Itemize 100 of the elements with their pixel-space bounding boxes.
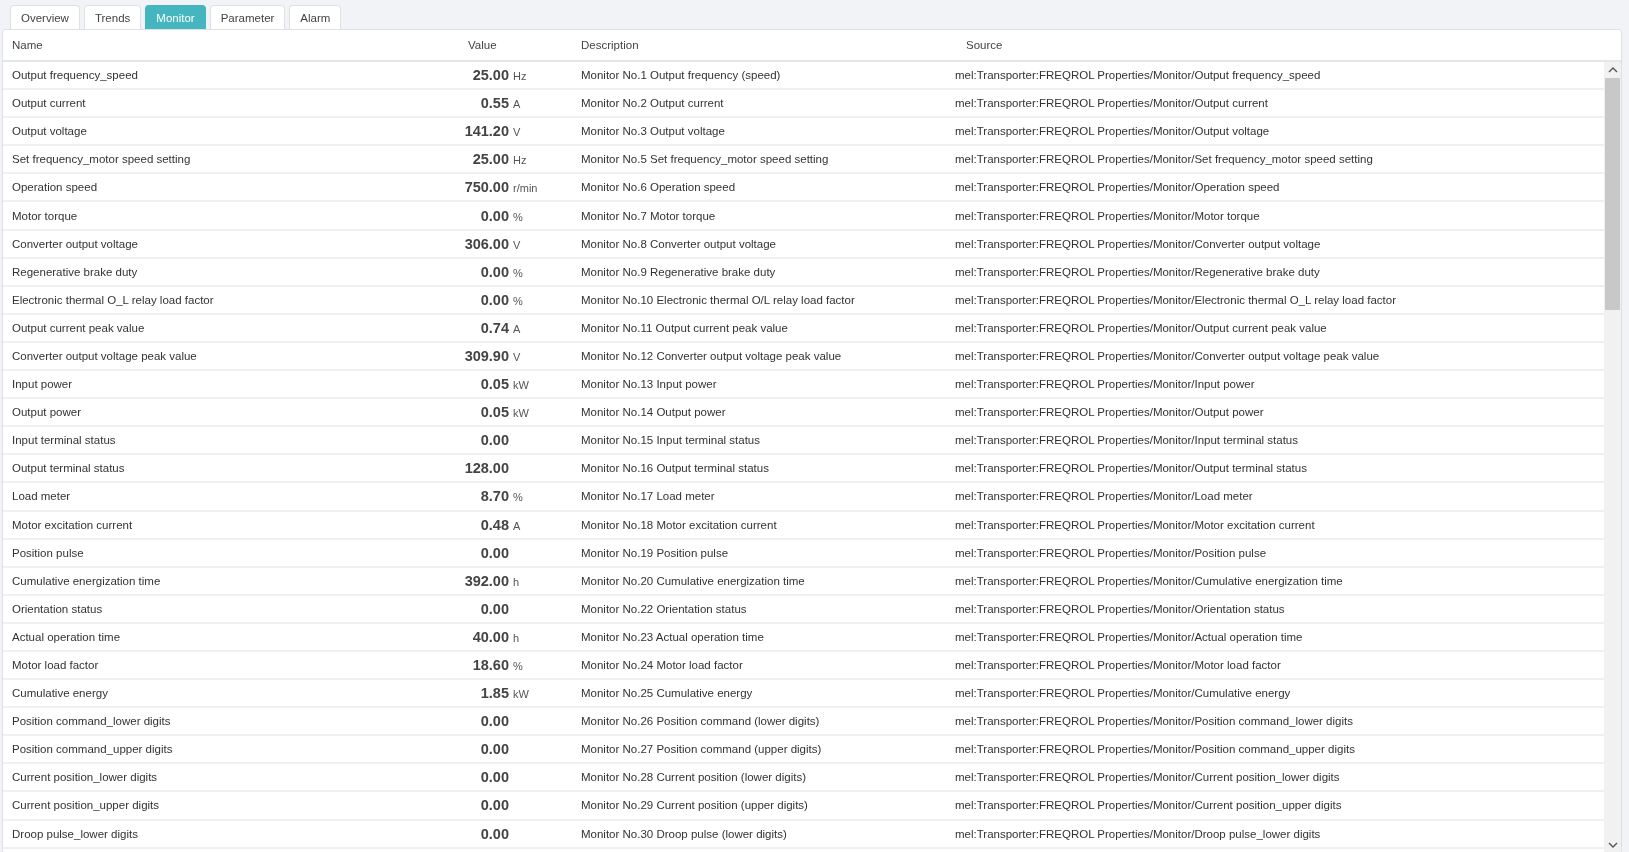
table-cell-text: Monitor No.14 Output power: [580, 406, 726, 419]
value-number: 0.00: [479, 291, 509, 308]
value-unit: A: [513, 519, 521, 532]
table-cell-text: Monitor No.3 Output voltage: [580, 125, 725, 138]
table-cell-text: Orientation status: [11, 602, 103, 615]
table-cell-text: mel:Transporter:FREQROL Properties/Monitor/Electronic thermal O_L relay load factor: [954, 293, 1396, 306]
value-number: 0.00: [479, 207, 509, 224]
table-cell-text: Cumulative energy: [11, 687, 108, 700]
value-unit: V: [513, 238, 521, 251]
value-unit: h: [513, 575, 520, 588]
table-cell-text: Motor excitation current: [11, 518, 133, 531]
value-unit: kW: [513, 688, 529, 701]
table-cell-text: Operation speed: [11, 181, 98, 194]
value-unit: h: [513, 631, 520, 644]
table-cell-text: Monitor No.2 Output current: [580, 97, 724, 110]
table-cell-text: Monitor No.16 Output terminal status: [580, 462, 769, 475]
value-number: 128.00: [463, 460, 509, 477]
table-cell-text: Monitor No.29 Current position (upper digits): [580, 799, 808, 812]
tab[interactable]: Trends: [83, 5, 142, 29]
table-cell-text: Output current peak value: [11, 321, 145, 334]
table-cell-text: Monitor No.19 Position pulse: [580, 546, 729, 559]
table-cell-text: Monitor No.9 Regenerative brake duty: [580, 265, 776, 278]
value-unit: %: [513, 210, 523, 223]
value-unit: A: [513, 98, 521, 111]
table-cell-text: Position command_upper digits: [11, 743, 173, 756]
value-number: 1.85: [479, 685, 509, 702]
table-cell-text: Monitor No.23 Actual operation time: [580, 630, 764, 643]
table-cell-text: Monitor No.27 Position command (upper digits): [580, 743, 822, 756]
table-cell-text: Output voltage: [11, 125, 87, 138]
tab[interactable]: Overview: [10, 5, 80, 29]
value-number: 40.00: [471, 628, 509, 645]
table-cell-text: mel:Transporter:FREQROL Properties/Monitor/Output current peak value: [954, 321, 1327, 334]
value-number: 0.00: [479, 544, 509, 561]
table-cell-text: Monitor No.18 Motor excitation current: [580, 518, 777, 531]
table-cell-text: Motor load factor: [11, 659, 99, 671]
table-cell-text: Monitor No.25 Cumulative energy: [580, 687, 753, 700]
table-cell-text: mel:Transporter:FREQROL Properties/Monitor/Operation speed: [954, 181, 1280, 194]
table-cell-text: mel:Transporter:FREQROL Properties/Monitor/Output current: [954, 97, 1268, 110]
table-cell-text: Regenerative brake duty: [11, 265, 138, 278]
tab[interactable]: Alarm: [289, 5, 342, 29]
table-cell-text: Current position_upper digits: [11, 799, 160, 812]
table-cell-text: Monitor No.15 Input terminal status: [580, 434, 760, 447]
table-cell-text: mel:Transporter:FREQROL Properties/Monitor/Output frequency_speed: [954, 69, 1321, 82]
table-cell-text: Monitor No.13 Input power: [580, 378, 717, 391]
value-unit: V: [513, 126, 521, 139]
table-cell-text: Monitor No.5 Set frequency_motor speed setting: [580, 153, 829, 166]
table-cell-text: mel:Transporter:FREQROL Properties/Monitor/Droop pulse_lower digits: [954, 827, 1321, 840]
table-cell-text: mel:Transporter:FREQROL Properties/Monitor/Motor torque: [954, 209, 1260, 222]
table-cell-text: Monitor No.8 Converter output voltage: [580, 237, 776, 250]
table-cell-text: Input terminal status: [11, 434, 116, 447]
table-cell-text: Output power: [11, 406, 82, 419]
value-number: 0.00: [479, 741, 509, 758]
value-unit: Hz: [513, 70, 527, 83]
value-number: 0.55: [479, 95, 509, 112]
tab[interactable]: Parameter: [209, 5, 286, 29]
table-cell-text: Monitor No.26 Position command (lower digits): [580, 715, 820, 728]
value-unit: kW: [513, 379, 529, 392]
table-cell-text: mel:Transporter:FREQROL Properties/Monitor/Converter output voltage: [954, 237, 1321, 250]
scrollbar-thumb[interactable]: [1605, 78, 1620, 310]
table-cell-text: Output current: [11, 97, 86, 110]
table-cell-text: Monitor No.24 Motor load factor: [580, 659, 743, 671]
column-header[interactable]: Value: [449, 39, 497, 51]
table-cell-text: mel:Transporter:FREQROL Properties/Monitor/Current position_upper digits: [954, 799, 1342, 812]
table-cell-text: mel:Transporter:FREQROL Properties/Monitor/Actual operation time: [954, 630, 1303, 643]
table-cell-text: Load meter: [11, 490, 71, 503]
value-number: 0.05: [479, 404, 509, 421]
value-number: 0.00: [479, 769, 509, 786]
scrollbar[interactable]: [1604, 62, 1621, 852]
table-cell-text: mel:Transporter:FREQROL Properties/Monitor/Input terminal status: [954, 434, 1298, 447]
value-number: 8.70: [479, 488, 509, 505]
value-number: 0.00: [479, 797, 509, 814]
value-number: 0.05: [479, 376, 509, 393]
table-cell-text: Monitor No.17 Load meter: [580, 490, 715, 503]
value-unit: %: [513, 660, 523, 672]
value-number: 309.90: [463, 348, 509, 364]
table-cell-text: Actual operation time: [11, 630, 121, 643]
value-unit: %: [513, 294, 523, 307]
table-cell-text: mel:Transporter:FREQROL Properties/Monitor/Position command_upper digits: [954, 743, 1355, 756]
table-cell-text: mel:Transporter:FREQROL Properties/Monitor/Current position_lower digits: [954, 771, 1340, 784]
table-cell-text: mel:Transporter:FREQROL Properties/Monitor/Cumulative energization time: [954, 574, 1343, 587]
column-header[interactable]: Name: [3, 39, 43, 51]
column-header[interactable]: Source: [944, 39, 1003, 51]
table-cell-text: Monitor No.30 Droop pulse (lower digits): [580, 827, 787, 840]
table-cell-text: mel:Transporter:FREQROL Properties/Monitor/Set frequency_motor speed setting: [954, 153, 1373, 166]
table-cell-text: mel:Transporter:FREQROL Properties/Monitor/Output voltage: [954, 125, 1270, 138]
value-unit: kW: [513, 407, 529, 420]
table-cell-text: mel:Transporter:FREQROL Properties/Monitor/Output power: [954, 406, 1264, 419]
table-cell-text: mel:Transporter:FREQROL Properties/Monitor/Position pulse: [954, 546, 1267, 559]
value-number: 0.00: [479, 713, 509, 730]
value-number: 25.00: [471, 151, 509, 168]
value-number: 18.60: [471, 657, 509, 673]
table-cell-text: mel:Transporter:FREQROL Properties/Monitor/Motor load factor: [954, 659, 1281, 671]
column-header[interactable]: Description: [566, 39, 639, 51]
table-cell-text: Position command_lower digits: [11, 715, 171, 728]
table-cell-text: Monitor No.12 Converter output voltage peak value: [580, 350, 842, 362]
table-cell-text: Output frequency_speed: [11, 69, 138, 82]
value-number: 0.00: [479, 825, 509, 842]
value-number: 392.00: [463, 572, 509, 589]
table-cell-text: Current position_lower digits: [11, 771, 158, 784]
value-number: 0.00: [479, 600, 509, 617]
